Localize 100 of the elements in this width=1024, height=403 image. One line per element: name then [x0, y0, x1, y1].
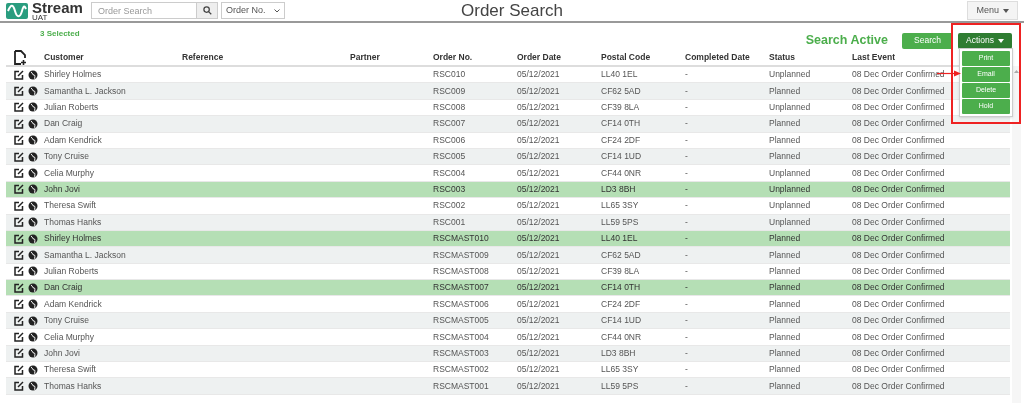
table-cell: Planned	[769, 265, 801, 278]
table-cell: Planned	[769, 117, 801, 131]
table-cell: Dan Craig	[44, 117, 83, 131]
table-cell: Planned	[769, 248, 801, 262]
table-cell: -	[685, 297, 688, 311]
table-cell: CF44 0NR	[601, 166, 642, 180]
table-cell: 08 Dec Order Confirmed	[852, 265, 945, 278]
table-cell: 08 Dec Order Confirmed	[852, 363, 945, 377]
table-cell: -	[685, 199, 688, 213]
table-cell: RSCMAST003	[433, 346, 489, 360]
table-cell: RSC010	[433, 68, 466, 82]
table-cell: Theresa Swift	[44, 199, 96, 213]
table-cell: RSC002	[433, 199, 466, 213]
table-cell: Adam Kendrick	[44, 133, 102, 147]
table-cell: RSCMAST006	[433, 297, 489, 311]
table-cell: -	[685, 150, 688, 163]
table-cell: 05/12/2021	[517, 265, 560, 278]
table-cell: 08 Dec Order Confirmed	[852, 232, 945, 245]
table-cell: -	[685, 379, 688, 393]
table-cell: Unplanned	[769, 199, 811, 213]
table-cell: -	[685, 232, 688, 245]
table-cell: -	[685, 68, 688, 82]
table-cell: 05/12/2021	[517, 297, 560, 311]
table-cell: Samantha L. Jackson	[44, 248, 126, 262]
table-cell: 08 Dec Order Confirmed	[852, 297, 945, 311]
table-cell: CF24 2DF	[601, 133, 641, 147]
table-cell: LD3 8BH	[601, 346, 636, 360]
table-cell: 05/12/2021	[517, 379, 560, 393]
table-cell: 05/12/2021	[517, 166, 560, 180]
table-cell: Planned	[769, 150, 801, 163]
table-cell: RSC009	[433, 84, 466, 98]
table-cell: -	[685, 101, 688, 114]
table-cell: 05/12/2021	[517, 314, 560, 327]
column-header: Completed Date	[685, 51, 750, 64]
table-cell: RSC008	[433, 101, 466, 114]
table-cell: LD3 8BH	[601, 183, 636, 196]
table-cell: 08 Dec Order Confirmed	[852, 330, 945, 344]
table-cell: 05/12/2021	[517, 150, 560, 163]
table-cell: -	[685, 248, 688, 262]
table-cell: 08 Dec Order Confirmed	[852, 314, 945, 327]
table-cell: Shirley Holmes	[44, 232, 102, 245]
table-cell: 05/12/2021	[517, 330, 560, 344]
table-cell: -	[685, 117, 688, 131]
logo-text: Stream	[32, 0, 84, 15]
table-cell: 08 Dec Order Confirmed	[852, 215, 945, 229]
table-cell: 05/12/2021	[517, 183, 560, 196]
table-cell: RSCMAST004	[433, 330, 489, 344]
table-cell: Unplanned	[769, 183, 811, 196]
search-status: Search Active	[805, 32, 888, 50]
table-cell: -	[685, 133, 688, 147]
table-cell: Planned	[769, 84, 801, 98]
table-cell: RSC004	[433, 166, 466, 180]
column-header: Last Event	[852, 51, 895, 64]
table-cell: 08 Dec Order Confirmed	[852, 68, 945, 82]
table-cell: 05/12/2021	[517, 68, 560, 82]
table-cell: -	[685, 183, 688, 196]
table-cell: RSCMAST005	[433, 314, 489, 327]
table-cell: RSCMAST009	[433, 248, 489, 262]
table-cell: LL40 1EL	[601, 68, 638, 82]
table-cell: 08 Dec Order Confirmed	[852, 84, 945, 98]
table-cell: Tony Cruise	[44, 314, 89, 327]
table-cell: RSC006	[433, 133, 466, 147]
table-cell: RSCMAST001	[433, 379, 489, 393]
table-cell: 08 Dec Order Confirmed	[852, 133, 945, 147]
column-header: Reference	[182, 51, 224, 64]
table-cell: RSCMAST007	[433, 281, 489, 295]
table-cell: LL40 1EL	[601, 232, 638, 245]
table-cell: CF39 8LA	[601, 265, 640, 278]
table-cell: RSC005	[433, 150, 466, 163]
table-cell: CF62 5AD	[601, 248, 641, 262]
column-header: Order No.	[433, 51, 473, 64]
logo-subtext: UAT	[32, 13, 48, 22]
table-cell: 05/12/2021	[517, 346, 560, 360]
table-cell: RSCMAST008	[433, 265, 489, 278]
table-cell: 05/12/2021	[517, 232, 560, 245]
column-header: Partner	[350, 51, 380, 64]
table-cell: John Jovi	[44, 346, 80, 360]
table-cell: 08 Dec Order Confirmed	[852, 281, 945, 295]
table-cell: 08 Dec Order Confirmed	[852, 166, 945, 180]
table-cell: Thomas Hanks	[44, 379, 102, 393]
table-cell: LL59 5PS	[601, 215, 639, 229]
table-cell: Julian Roberts	[44, 101, 99, 114]
table-cell: RSC007	[433, 117, 466, 131]
table-cell: 08 Dec Order Confirmed	[852, 117, 945, 131]
table-cell: -	[685, 166, 688, 180]
table-cell: CF14 1UD	[601, 314, 642, 327]
table-cell: 08 Dec Order Confirmed	[852, 183, 945, 196]
table-cell: -	[685, 265, 688, 278]
table-cell: Celia Murphy	[44, 166, 95, 180]
table-cell: RSC003	[433, 183, 466, 196]
table-cell: Adam Kendrick	[44, 297, 102, 311]
table-cell: LL65 3SY	[601, 363, 639, 377]
table-cell: LL59 5PS	[601, 379, 639, 393]
table-cell: CF39 8LA	[601, 101, 640, 114]
table-cell: Unplanned	[769, 166, 811, 180]
table-cell: Planned	[769, 330, 801, 344]
table-cell: Unplanned	[769, 215, 811, 229]
table-cell: 05/12/2021	[517, 101, 560, 114]
table-cell: Planned	[769, 314, 801, 327]
table-cell: 08 Dec Order Confirmed	[852, 199, 945, 213]
